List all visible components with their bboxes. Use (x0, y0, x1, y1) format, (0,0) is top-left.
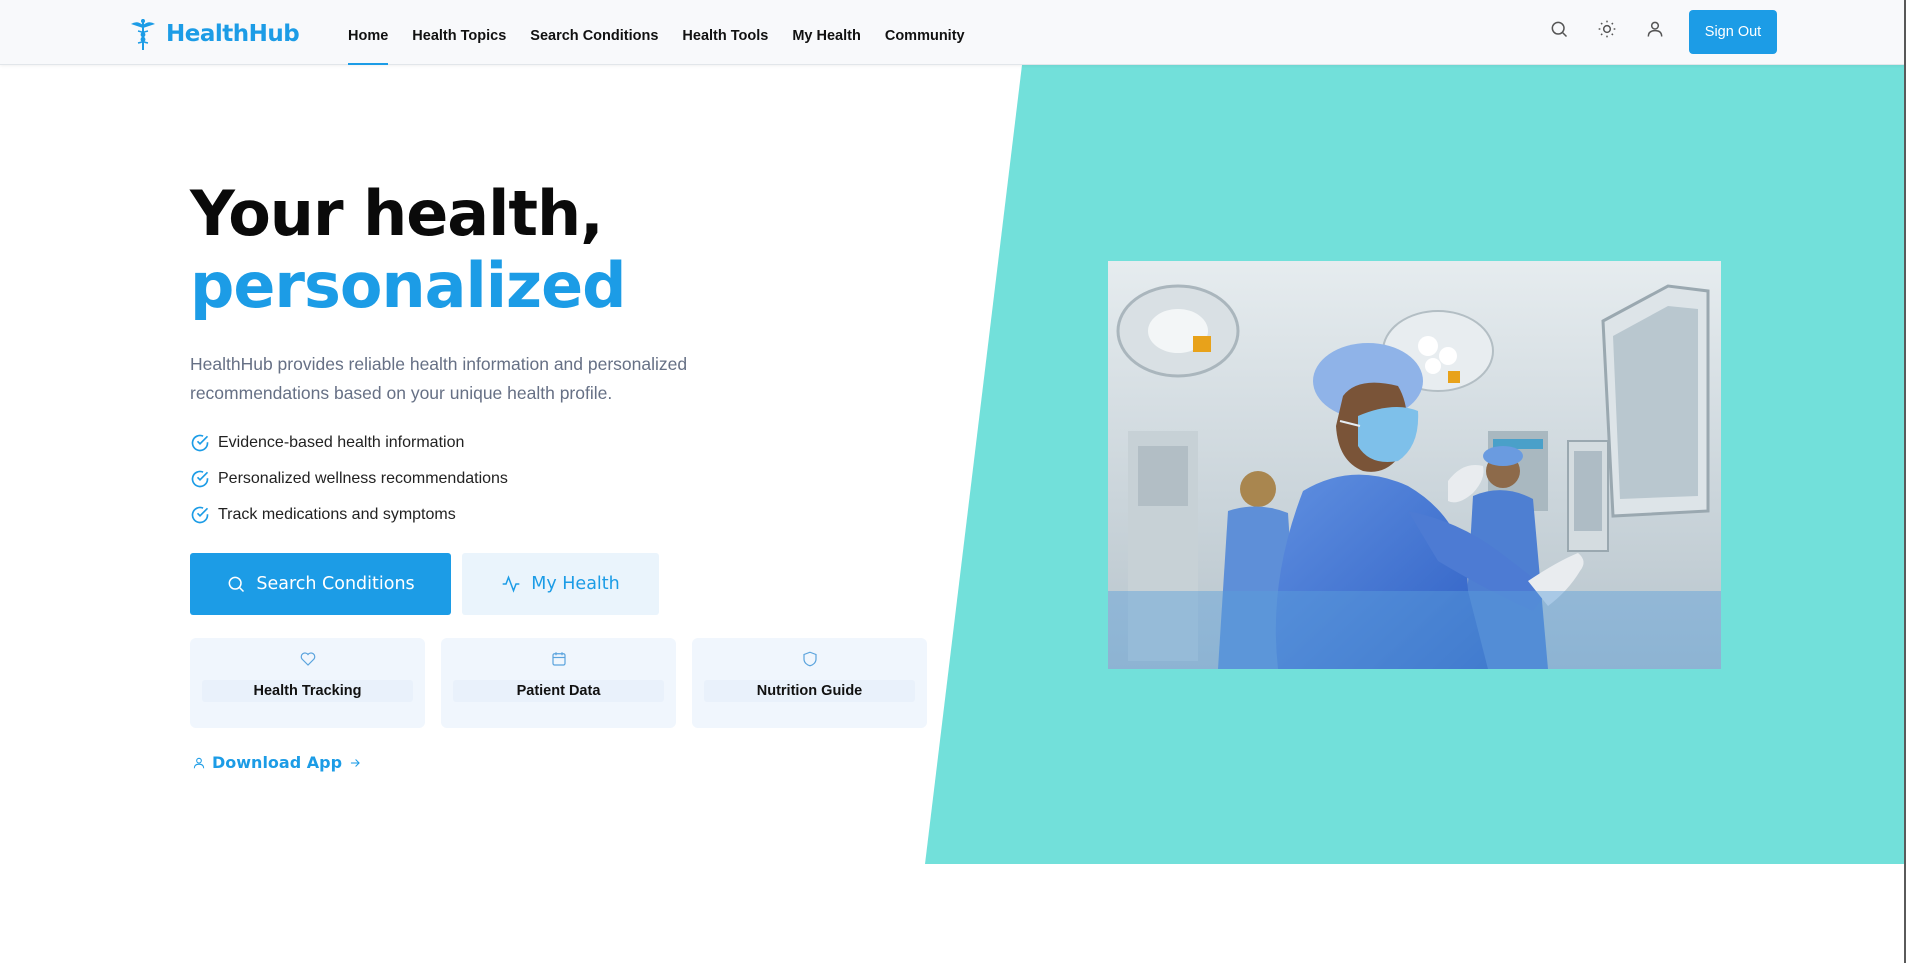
card-label: Patient Data (453, 680, 664, 702)
nav-health-tools[interactable]: Health Tools (682, 0, 768, 65)
hero-title-line1: Your health, (190, 177, 604, 250)
calendar-icon (550, 650, 568, 668)
user-icon (193, 757, 205, 768)
download-app-label: Download App (212, 753, 343, 772)
card-health-tracking[interactable]: Health Tracking (190, 638, 425, 728)
header-actions (1548, 18, 1666, 40)
hero-title: Your health, personalized (190, 177, 627, 322)
feature-list: Evidence-based health information Person… (190, 425, 508, 533)
hero-description: HealthHub provides reliable health infor… (190, 354, 688, 403)
feature-label: Evidence-based health information (218, 434, 465, 451)
logo-text: HealthHub (166, 21, 300, 47)
top-navigation-bar: HealthHub Home Health Topics Search Cond… (0, 0, 1904, 65)
my-health-button-label: My Health (531, 574, 620, 594)
check-circle-icon (191, 470, 209, 488)
card-patient-data[interactable]: Patient Data (441, 638, 676, 728)
nav-health-topics[interactable]: Health Topics (412, 0, 506, 65)
logo[interactable]: HealthHub (128, 17, 300, 51)
quick-links: Health Tracking Patient Data Nutrition G… (190, 638, 927, 728)
activity-icon (502, 575, 520, 593)
sign-out-button[interactable]: Sign Out (1689, 10, 1777, 54)
check-circle-icon (191, 434, 209, 452)
feature-label: Personalized wellness recommendations (218, 470, 508, 487)
download-app-link[interactable]: Download App (192, 753, 362, 772)
nav-home[interactable]: Home (348, 0, 389, 65)
feature-item: Personalized wellness recommendations (190, 461, 508, 497)
caduceus-icon (131, 19, 155, 50)
feature-item: Track medications and symptoms (190, 497, 508, 533)
nav-search-conditions[interactable]: Search Conditions (530, 0, 658, 65)
search-conditions-button[interactable]: Search Conditions (190, 553, 451, 615)
card-label: Nutrition Guide (704, 680, 915, 702)
shield-icon (801, 650, 819, 668)
search-icon (228, 576, 245, 593)
hero-title-line2: personalized (190, 249, 627, 322)
user-icon[interactable] (1644, 18, 1666, 40)
search-conditions-button-label: Search Conditions (256, 574, 415, 594)
sun-icon[interactable] (1596, 18, 1618, 40)
arrow-right-icon (350, 758, 360, 767)
feature-item: Evidence-based health information (190, 425, 508, 461)
feature-label: Track medications and symptoms (218, 506, 456, 523)
nav-community[interactable]: Community (885, 0, 965, 65)
main-nav: Home Health Topics Search Conditions Hea… (348, 0, 989, 65)
check-circle-icon (191, 506, 209, 524)
nav-my-health[interactable]: My Health (792, 0, 861, 65)
card-nutrition-guide[interactable]: Nutrition Guide (692, 638, 927, 728)
hero-image (1108, 261, 1721, 669)
my-health-button[interactable]: My Health (462, 553, 659, 615)
heart-icon (299, 650, 317, 668)
search-icon[interactable] (1548, 18, 1570, 40)
card-label: Health Tracking (202, 680, 413, 702)
